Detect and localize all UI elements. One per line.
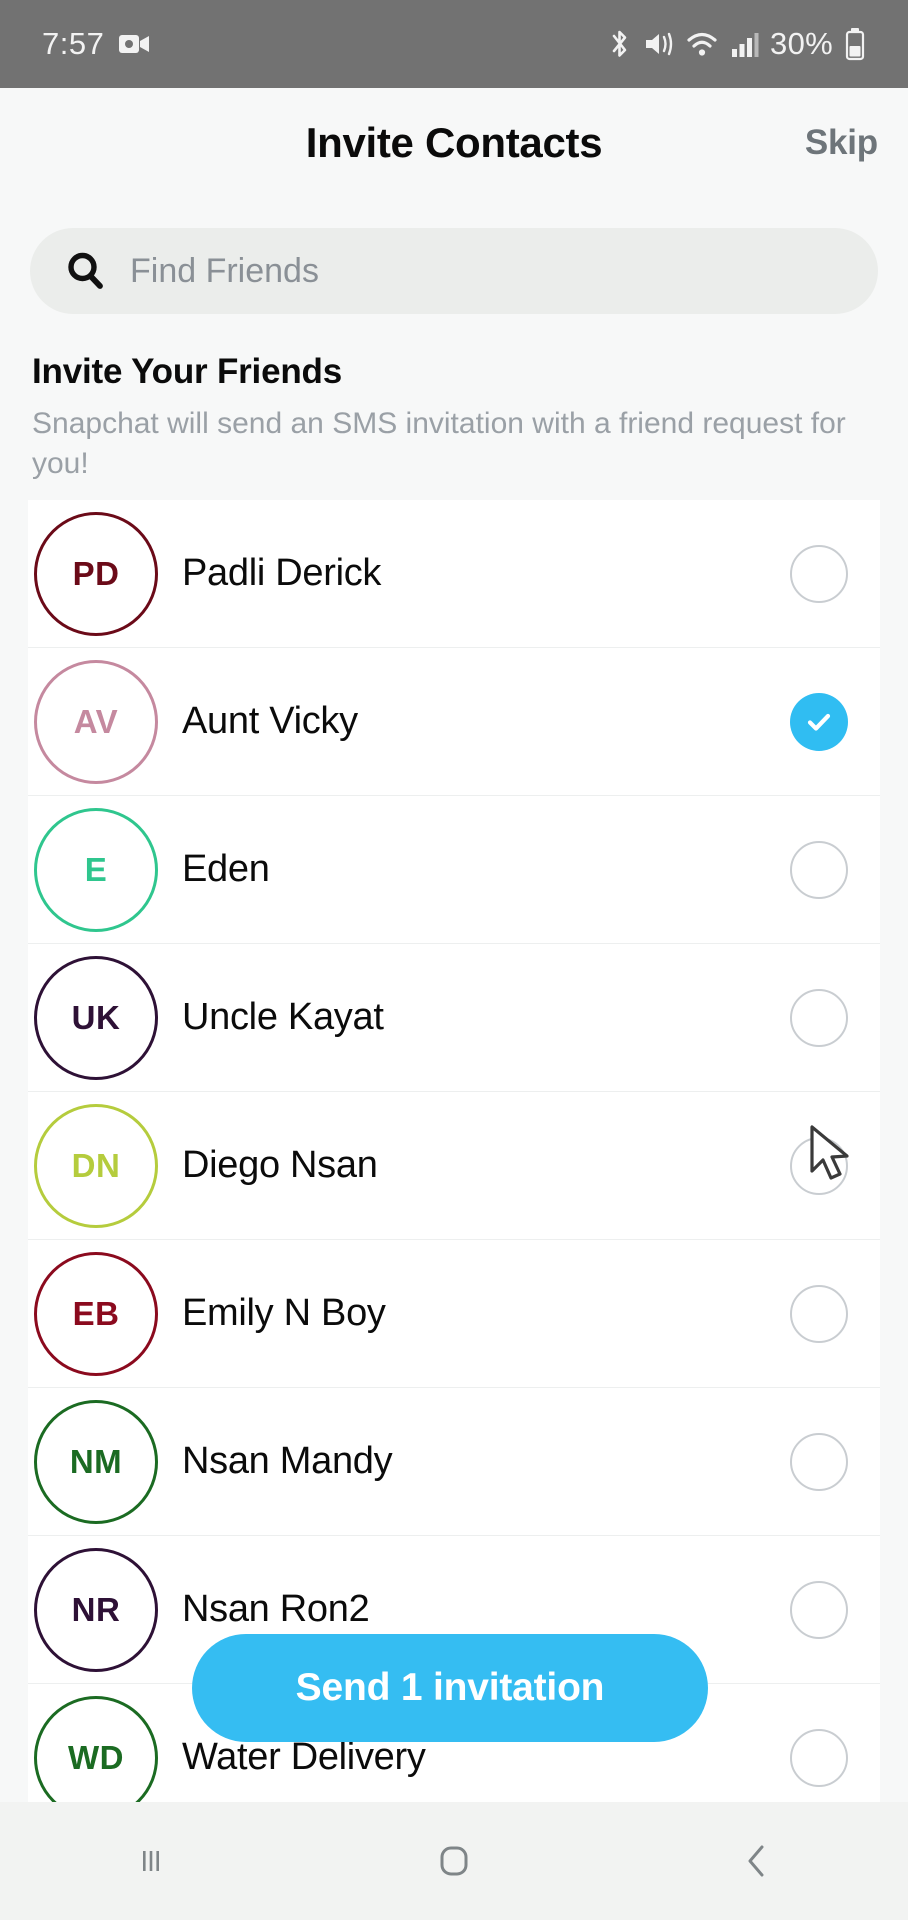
avatar-initials: E: [84, 850, 108, 888]
contact-name: Diego Nsan: [182, 1144, 378, 1186]
section-subtitle: Snapchat will send an SMS invitation wit…: [32, 407, 846, 480]
checkbox-unchecked[interactable]: [790, 1136, 848, 1195]
checkbox-unchecked[interactable]: [790, 840, 848, 899]
home-icon: [434, 1841, 474, 1881]
contact-name: Uncle Kayat: [182, 996, 384, 1038]
avatar: UK: [34, 955, 158, 1080]
checkbox-checked[interactable]: [790, 692, 848, 751]
avatar-initials: AV: [73, 702, 119, 740]
contact-name: Aunt Vicky: [182, 700, 358, 742]
status-bar: 7:57 30%: [0, 0, 908, 88]
avatar: E: [34, 807, 158, 932]
app-screen: 7:57 30% Invite Contacts Skip Find Frien…: [0, 0, 908, 1920]
checkbox-unchecked[interactable]: [790, 1580, 848, 1639]
section-title: Invite Your Friends: [32, 352, 342, 391]
recents-icon: [133, 1843, 169, 1879]
avatar: WD: [34, 1695, 158, 1802]
contact-name: Nsan Ron2: [182, 1588, 370, 1630]
send-invitation-button[interactable]: Send 1 invitation: [192, 1634, 708, 1742]
search-input[interactable]: Find Friends: [130, 252, 319, 291]
status-time: 7:57: [42, 26, 105, 61]
back-icon: [739, 1841, 775, 1881]
contact-name: Eden: [182, 848, 270, 890]
back-button[interactable]: [605, 1841, 908, 1881]
page-header: Invite Contacts Skip: [0, 88, 908, 198]
bluetooth-icon: [607, 27, 632, 61]
skip-button[interactable]: Skip: [805, 123, 878, 163]
contact-row[interactable]: NM Nsan Mandy: [28, 1388, 880, 1536]
contact-name: Padli Derick: [182, 552, 382, 594]
status-bar-right: 30%: [607, 26, 866, 62]
avatar-initials: WD: [68, 1738, 124, 1776]
checkbox-unchecked[interactable]: [790, 1728, 848, 1787]
avatar-initials: DN: [71, 1146, 121, 1184]
battery-percent: 30%: [770, 26, 833, 61]
video-record-icon: [118, 32, 150, 56]
checkbox-unchecked[interactable]: [790, 1432, 848, 1491]
avatar-initials: EB: [72, 1294, 120, 1332]
home-button[interactable]: [303, 1841, 606, 1881]
avatar-initials: PD: [72, 554, 120, 592]
checkbox-unchecked[interactable]: [790, 988, 848, 1047]
contact-row[interactable]: AV Aunt Vicky: [28, 648, 880, 796]
android-nav-bar: [0, 1802, 908, 1920]
contact-row[interactable]: DN Diego Nsan: [28, 1092, 880, 1240]
checkbox-unchecked[interactable]: [790, 1284, 848, 1343]
avatar: AV: [34, 659, 158, 784]
avatar: NM: [34, 1399, 158, 1524]
contact-row[interactable]: UK Uncle Kayat: [28, 944, 880, 1092]
avatar-initials: NM: [69, 1442, 123, 1480]
page-title: Invite Contacts: [305, 119, 603, 166]
avatar-initials: UK: [71, 998, 121, 1036]
cellular-signal-icon: [731, 30, 759, 58]
wifi-icon: [686, 30, 720, 58]
contact-row[interactable]: PD Padli Derick: [28, 500, 880, 648]
status-bar-left: 7:57: [42, 26, 150, 62]
contact-row[interactable]: E Eden: [28, 796, 880, 944]
contact-row[interactable]: EB Emily N Boy: [28, 1240, 880, 1388]
recents-button[interactable]: [0, 1843, 303, 1879]
search-icon: [64, 249, 108, 293]
avatar: EB: [34, 1251, 158, 1376]
contact-name: Water Delivery: [182, 1736, 426, 1778]
contact-name: Emily N Boy: [182, 1292, 386, 1334]
contact-name: Nsan Mandy: [182, 1440, 393, 1482]
checkbox-unchecked[interactable]: [790, 544, 848, 603]
avatar: NR: [34, 1547, 158, 1672]
avatar: DN: [34, 1103, 158, 1228]
avatar: PD: [34, 511, 158, 636]
search-bar[interactable]: Find Friends: [30, 228, 878, 314]
battery-icon: [844, 27, 866, 61]
mute-vibrate-icon: [643, 28, 675, 60]
avatar-initials: NR: [71, 1590, 121, 1628]
contact-list[interactable]: PD Padli Derick AV Aunt Vicky E Eden UK Uncle K…: [28, 500, 880, 1802]
